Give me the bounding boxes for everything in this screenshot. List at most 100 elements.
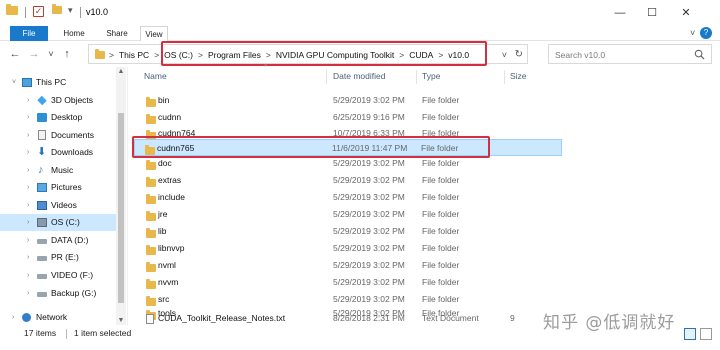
nav-item-label: Pictures bbox=[51, 182, 82, 192]
large-icons-view-icon[interactable] bbox=[700, 328, 712, 340]
nav-item-videos[interactable]: › Videos bbox=[0, 197, 116, 214]
minimize-button[interactable]: — bbox=[605, 4, 635, 22]
tab-home[interactable]: Home bbox=[54, 26, 94, 41]
nav-item-data-d[interactable]: › DATA (D:) bbox=[0, 232, 116, 249]
file-name: bin bbox=[158, 95, 170, 105]
forward-button[interactable]: → bbox=[27, 46, 41, 62]
network-icon bbox=[22, 313, 31, 322]
crumb-this-pc[interactable]: This PC bbox=[119, 50, 149, 60]
search-input[interactable]: Search v10.0 bbox=[548, 44, 712, 64]
expand-arrow-icon[interactable]: › bbox=[27, 197, 29, 214]
column-header-date[interactable]: Date modified bbox=[333, 71, 385, 81]
expand-arrow-icon[interactable]: › bbox=[27, 214, 29, 231]
search-icon[interactable] bbox=[694, 49, 705, 60]
nav-item-pr-e[interactable]: › PR (E:) bbox=[0, 249, 116, 266]
nav-item-desktop[interactable]: › Desktop bbox=[0, 109, 116, 126]
file-type: File folder bbox=[422, 209, 460, 219]
expand-arrow-icon[interactable]: › bbox=[27, 92, 29, 109]
file-name: lib bbox=[158, 226, 167, 236]
expand-arrow-icon[interactable]: › bbox=[27, 179, 29, 196]
nav-item-documents[interactable]: › Documents bbox=[0, 127, 116, 144]
nav-item-pictures[interactable]: › Pictures bbox=[0, 179, 116, 196]
drive-icon bbox=[37, 292, 47, 297]
file-row-bin[interactable]: bin 5/29/2019 3:02 PM File folder bbox=[136, 92, 562, 109]
file-date: 5/29/2019 3:02 PM bbox=[333, 277, 405, 287]
file-type: File folder bbox=[422, 112, 460, 122]
nav-item-video-f[interactable]: › VIDEO (F:) bbox=[0, 267, 116, 284]
expand-arrow-icon[interactable]: › bbox=[27, 109, 29, 126]
file-name: cudnn bbox=[158, 112, 182, 122]
collapse-arrow-icon[interactable]: ˅ bbox=[12, 74, 16, 91]
file-row-lib[interactable]: lib 5/29/2019 3:02 PM File folder bbox=[136, 223, 562, 240]
maximize-button[interactable]: ☐ bbox=[637, 4, 667, 22]
tab-view[interactable]: View bbox=[140, 26, 168, 41]
nav-item-os-c[interactable]: › OS (C:) bbox=[0, 214, 116, 231]
expand-arrow-icon[interactable]: › bbox=[27, 144, 29, 161]
tab-file[interactable]: File bbox=[10, 26, 48, 41]
file-type: Text Document bbox=[422, 313, 479, 323]
nav-item-label: Desktop bbox=[51, 112, 83, 122]
help-icon[interactable]: ? bbox=[700, 27, 712, 39]
expand-arrow-icon[interactable]: › bbox=[12, 309, 14, 326]
new-folder-icon[interactable] bbox=[52, 4, 64, 18]
file-row-cudnn[interactable]: cudnn 6/25/2019 9:16 PM File folder bbox=[136, 109, 562, 126]
nav-item-music[interactable]: › ♪ Music bbox=[0, 162, 116, 179]
expand-arrow-icon[interactable]: › bbox=[27, 285, 29, 302]
details-view-icon[interactable] bbox=[684, 328, 696, 340]
item-count: 17 items bbox=[24, 328, 57, 338]
ribbon-expand-icon[interactable]: ˅ bbox=[690, 28, 695, 38]
expand-arrow-icon[interactable]: › bbox=[27, 249, 29, 266]
file-row-include[interactable]: include 5/29/2019 3:02 PM File folder bbox=[136, 189, 562, 206]
column-divider[interactable] bbox=[326, 70, 327, 84]
nav-item-backup-g[interactable]: › Backup (G:) bbox=[0, 285, 116, 302]
nav-item-3d-objects[interactable]: › 3D Objects bbox=[0, 92, 116, 109]
file-name: nvvm bbox=[158, 277, 179, 287]
column-divider[interactable] bbox=[504, 70, 505, 84]
column-header-size[interactable]: Size bbox=[510, 71, 527, 81]
file-name: include bbox=[158, 192, 185, 202]
nav-item-label: Downloads bbox=[51, 147, 94, 157]
file-date: 5/29/2019 3:02 PM bbox=[333, 192, 405, 202]
pictures-icon bbox=[37, 183, 47, 192]
file-row-nvml[interactable]: nvml 5/29/2019 3:02 PM File folder bbox=[136, 257, 562, 274]
up-button[interactable]: ↑ bbox=[60, 46, 74, 62]
nav-item-this-pc[interactable]: ˅ This PC bbox=[0, 74, 116, 91]
scroll-down-icon[interactable]: ▼ bbox=[116, 317, 126, 324]
column-divider[interactable] bbox=[416, 70, 417, 84]
file-date: 5/29/2019 3:02 PM bbox=[333, 95, 405, 105]
properties-check-icon[interactable]: ✓ bbox=[33, 6, 45, 18]
file-date: 5/29/2019 3:02 PM bbox=[333, 209, 405, 219]
folder-app-icon bbox=[6, 4, 18, 18]
refresh-icon[interactable]: ↻ bbox=[515, 45, 523, 65]
status-divider bbox=[66, 329, 67, 339]
nav-item-network[interactable]: › Network bbox=[0, 309, 116, 326]
file-date: 5/29/2019 3:02 PM bbox=[333, 226, 405, 236]
file-row-extras[interactable]: extras 5/29/2019 3:02 PM File folder bbox=[136, 172, 562, 189]
music-icon: ♪ bbox=[38, 164, 44, 176]
column-header-name[interactable]: Name bbox=[144, 71, 167, 81]
expand-arrow-icon[interactable]: › bbox=[27, 232, 29, 249]
recent-locations-button[interactable]: ˅ bbox=[44, 46, 58, 62]
file-type: File folder bbox=[422, 243, 460, 253]
column-header-type[interactable]: Type bbox=[422, 71, 440, 81]
address-dropdown-icon[interactable]: ˅ bbox=[502, 45, 507, 65]
navpane-scrollbar[interactable]: ▲ ▼ bbox=[116, 67, 126, 325]
expand-arrow-icon[interactable]: › bbox=[27, 267, 29, 284]
breadcrumb-separator[interactable]: > bbox=[109, 50, 119, 60]
nav-item-label: Backup (G:) bbox=[51, 288, 97, 298]
file-row-release-notes[interactable]: CUDA_Toolkit_Release_Notes.txt 8/26/2018… bbox=[136, 312, 562, 325]
nav-item-downloads[interactable]: › ⬇ Downloads bbox=[0, 144, 116, 161]
nav-item-label: Music bbox=[51, 165, 74, 175]
scroll-up-icon[interactable]: ▲ bbox=[116, 68, 126, 75]
expand-arrow-icon[interactable]: › bbox=[27, 162, 29, 179]
back-button[interactable]: ← bbox=[8, 46, 22, 62]
file-row-nvvm[interactable]: nvvm 5/29/2019 3:02 PM File folder bbox=[136, 274, 562, 291]
address-highlight-box bbox=[161, 41, 487, 66]
quick-access-dropdown-icon[interactable]: ▾ bbox=[68, 5, 80, 17]
file-row-jre[interactable]: jre 5/29/2019 3:02 PM File folder bbox=[136, 206, 562, 223]
close-button[interactable]: ✕ bbox=[671, 4, 701, 22]
scrollbar-thumb[interactable] bbox=[118, 113, 124, 303]
expand-arrow-icon[interactable]: › bbox=[27, 127, 29, 144]
file-row-libnvvp[interactable]: libnvvp 5/29/2019 3:02 PM File folder bbox=[136, 240, 562, 257]
tab-share[interactable]: Share bbox=[98, 26, 136, 41]
